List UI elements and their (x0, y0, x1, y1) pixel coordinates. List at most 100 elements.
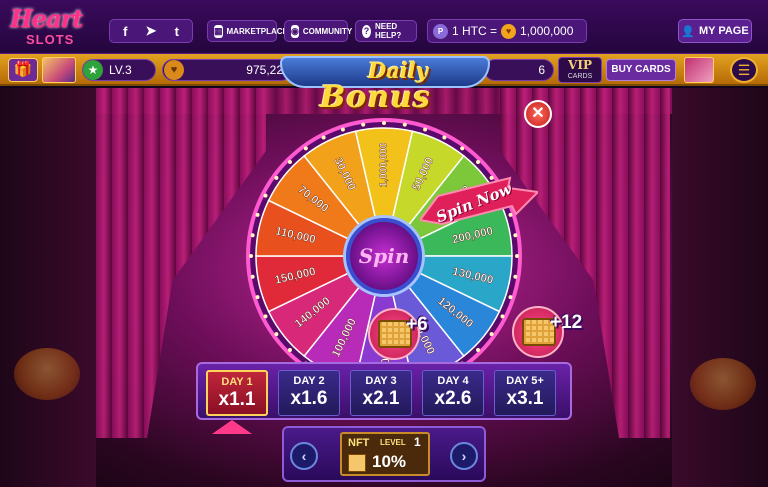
level-indicator: ★ LV.3 (82, 59, 156, 81)
title-bonus: Bonus (320, 80, 431, 115)
vip-cards-button[interactable]: VIP CARDS (558, 57, 602, 83)
rim-light (476, 348, 481, 353)
rim-light (249, 254, 253, 258)
day-multiplier: x1.6 (290, 388, 328, 409)
right-backdrop (672, 88, 768, 487)
nft-level-panel: ‹ NFT LEVEL 1 10% › (282, 426, 486, 482)
rim-light (274, 332, 279, 337)
rate-right: 1,000,000 (520, 24, 574, 38)
spin-now-banner[interactable]: Spin Now (418, 176, 541, 234)
coin-balance: ♥ 975,22 (162, 59, 292, 81)
card-thumbnail[interactable] (684, 57, 714, 83)
rim-light (361, 122, 366, 127)
heart-slots-logo[interactable]: Heart SLOTS (10, 4, 88, 48)
twitter-icon[interactable]: t (175, 24, 179, 39)
nft-percent: 10% (372, 452, 407, 471)
rim-light (476, 159, 481, 164)
rim-light (489, 332, 494, 337)
left-backdrop (0, 88, 96, 487)
rim-light (274, 175, 279, 180)
exchange-rate: P 1 HTC = ♥ 1,000,000 (427, 19, 587, 43)
rim-light (255, 295, 260, 300)
nft-label: NFT (348, 437, 370, 449)
wheel-value-label: 1,000,000 (379, 142, 390, 187)
day-4-tile[interactable]: DAY 4 x2.6 (422, 370, 484, 416)
day-3-tile[interactable]: DAY 3 x2.1 (350, 370, 412, 416)
card-bonus-badge: +6 (368, 308, 434, 362)
rim-light (340, 127, 345, 132)
rim-light (255, 212, 260, 217)
spin-button[interactable]: Spin (346, 218, 422, 294)
day-5-tile[interactable]: DAY 5+ x3.1 (494, 370, 556, 416)
top-nav-bar: Heart SLOTS f ➤ t ▦ MARKETPLACE ◉ COMMUN… (0, 0, 768, 54)
coin-icon: ♥ (164, 60, 184, 80)
rim-light (250, 233, 255, 238)
day-label: DAY 2 (293, 375, 325, 387)
community-label: COMMUNITY (302, 26, 353, 36)
gift-icon[interactable]: 🎁 (8, 58, 38, 82)
rim-light (263, 314, 268, 319)
rim-light (402, 122, 407, 127)
daily-multiplier-bar: DAY 1 x1.1 DAY 2 x1.6 DAY 3 x2.1 DAY 4 x… (196, 362, 572, 420)
day-label: DAY 4 (437, 375, 469, 387)
rim-light (287, 159, 292, 164)
my-page-label: MY PAGE (698, 25, 749, 37)
coin-value: 975,22 (246, 63, 283, 77)
need-help-label: NEED HELP? (374, 22, 402, 40)
social-links: f ➤ t (109, 19, 193, 43)
facebook-icon[interactable]: f (123, 24, 127, 39)
telegram-icon[interactable]: ➤ (146, 23, 157, 39)
pumpkin-decoration (14, 348, 80, 400)
nft-level-value: 1 (414, 435, 421, 449)
nft-thumbnail (348, 454, 366, 472)
nft-level-label: LEVEL (380, 438, 406, 447)
ticket-value: 6 (538, 63, 545, 77)
rim-light (513, 274, 518, 279)
rate-left: 1 HTC = (452, 24, 498, 38)
rim-light (515, 254, 519, 258)
menu-icon[interactable]: ☰ (730, 57, 758, 83)
my-page-button[interactable]: 👤 MY PAGE (678, 19, 752, 43)
close-button[interactable]: ✕ (524, 100, 552, 128)
marketplace-icon: ▦ (214, 24, 223, 38)
htc-coin-icon: P (433, 23, 448, 39)
gold-coin-icon: ♥ (501, 23, 517, 39)
discord-icon: ◉ (291, 24, 299, 38)
chevron-left-icon[interactable]: ‹ (290, 442, 318, 470)
rim-light (500, 314, 505, 319)
day-multiplier: x2.1 (362, 388, 400, 409)
day-2-tile[interactable]: DAY 2 x1.6 (278, 370, 340, 416)
day-multiplier: x2.6 (434, 388, 472, 409)
avatar[interactable] (42, 57, 76, 83)
community-button[interactable]: ◉ COMMUNITY (284, 20, 352, 42)
ticket-balance: 6 (484, 59, 554, 81)
rim-light (508, 295, 513, 300)
vip-sub-label: CARDS (567, 73, 593, 80)
marketplace-button[interactable]: ▦ MARKETPLACE (207, 20, 288, 42)
marketplace-label: MARKETPLACE (226, 26, 288, 36)
level-value: LV.3 (109, 63, 132, 77)
help-icon: ? (362, 24, 371, 38)
need-help-button[interactable]: ? NEED HELP? (355, 20, 417, 42)
rim-light (263, 193, 268, 198)
day-label: DAY 5+ (506, 375, 544, 387)
daily-bonus-title: Daily Bonus (280, 52, 490, 122)
day-multiplier: x1.1 (218, 389, 256, 410)
day-1-tile[interactable]: DAY 1 x1.1 (206, 370, 268, 416)
vip-label: VIP (568, 58, 592, 72)
chevron-right-icon[interactable]: › (450, 442, 478, 470)
rim-light (460, 146, 465, 151)
card-bonus-badge: +12 (512, 306, 582, 360)
day-label: DAY 1 (221, 376, 253, 388)
rim-light (250, 274, 255, 279)
rim-light (321, 135, 326, 140)
logo-text: Heart (10, 4, 83, 33)
rim-light (442, 135, 447, 140)
badge-plus: +12 (550, 312, 583, 333)
star-icon: ★ (83, 60, 103, 80)
pumpkin-decoration (690, 358, 756, 410)
buy-cards-button[interactable]: BUY CARDS (606, 59, 676, 81)
rim-light (303, 146, 308, 151)
day-multiplier: x3.1 (506, 388, 544, 409)
day-label: DAY 3 (365, 375, 397, 387)
